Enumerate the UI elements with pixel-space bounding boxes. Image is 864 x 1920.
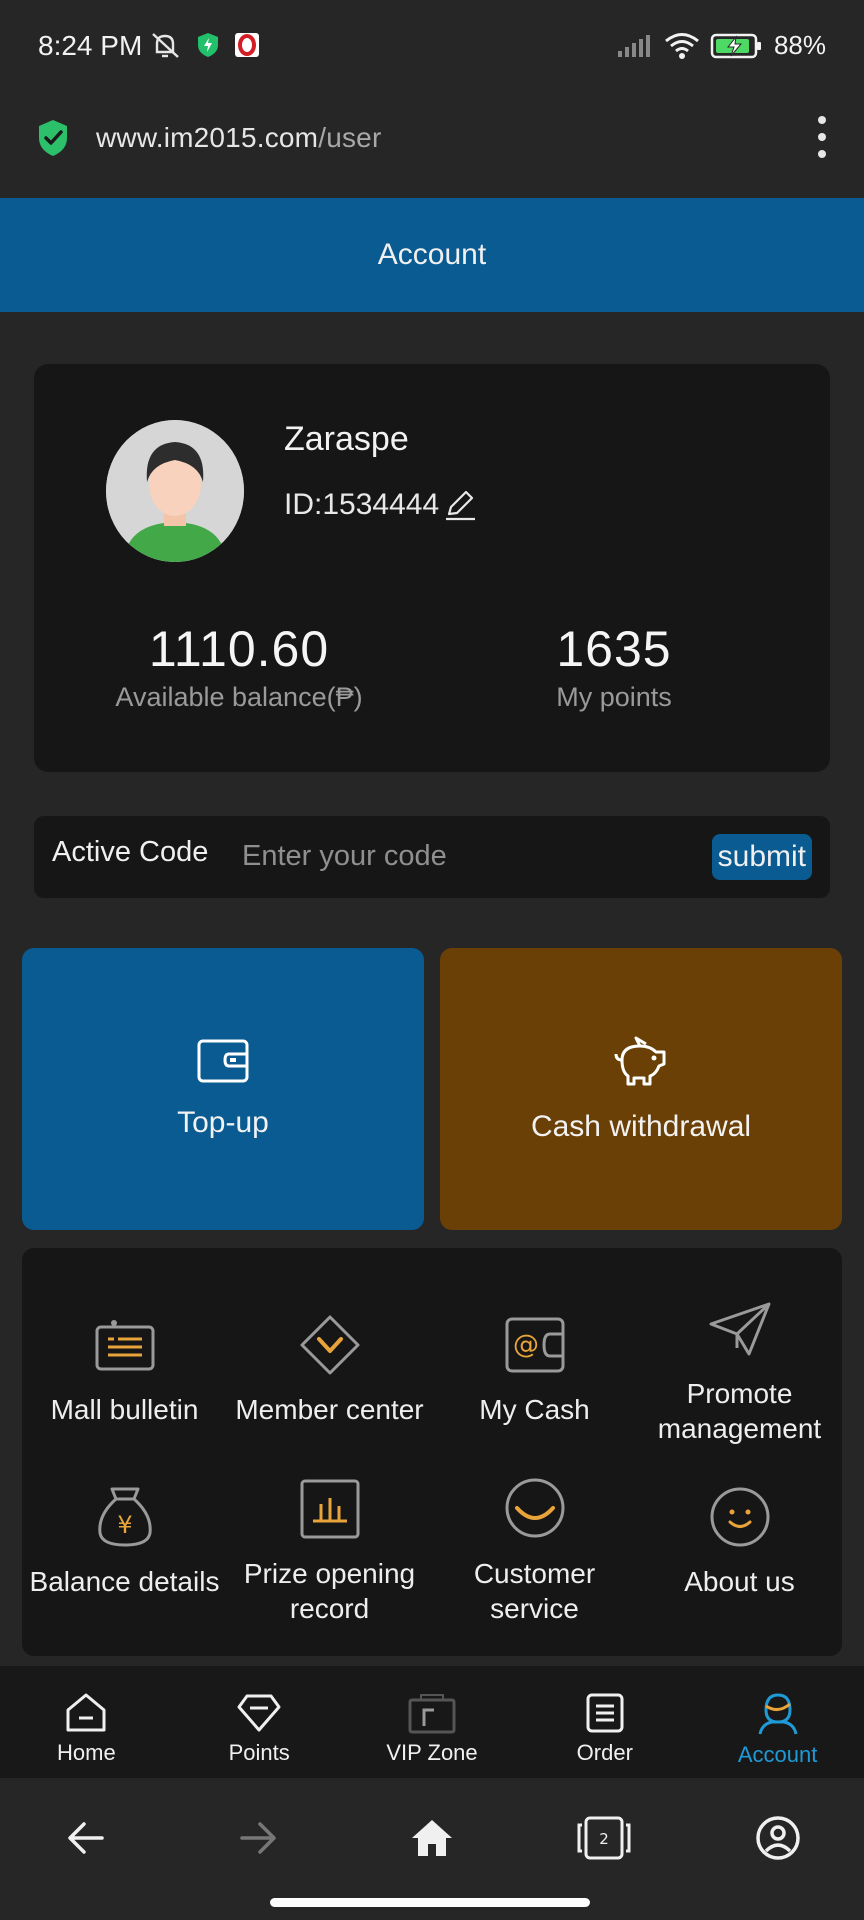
active-code-label: Active Code (52, 836, 209, 868)
bar-chart-icon (300, 1479, 359, 1539)
avatar[interactable] (106, 420, 244, 562)
edit-pencil-icon[interactable] (443, 488, 477, 522)
url-path: /user (318, 122, 382, 153)
wifi-icon (665, 32, 699, 59)
tab-account[interactable]: Account (691, 1666, 864, 1778)
menu-label: Promote management (657, 1378, 822, 1444)
balance-value: 1110.60 (148, 621, 330, 677)
status-system-icons: 88% (616, 30, 826, 61)
page-title: Account (0, 198, 864, 312)
points-stat[interactable]: 1635 My points (464, 620, 764, 713)
smiley-icon (710, 1487, 769, 1547)
tab-points[interactable]: Points (173, 1666, 346, 1778)
menu-balance-details[interactable]: ¥ Balance details (22, 1480, 227, 1599)
battery-charging-icon (710, 33, 761, 58)
member-center-icon (300, 1315, 359, 1375)
menu-label: Mall bulletin (50, 1394, 199, 1425)
secure-shield-icon (39, 120, 67, 156)
tab-label: Account (737, 1742, 818, 1767)
username: Zaraspe (284, 420, 409, 458)
active-code-row: Active Code submit (34, 816, 830, 898)
submit-button[interactable]: submit (711, 834, 812, 880)
svg-text:@: @ (513, 1330, 539, 1360)
signal-icon (617, 34, 650, 57)
bulletin-icon (95, 1320, 154, 1371)
tabs-icon: 2 (577, 1816, 631, 1860)
menu-promote-management[interactable]: Promote management (637, 1292, 842, 1446)
home-icon (66, 1693, 106, 1732)
tab-vip-zone[interactable]: VIP Zone (346, 1666, 519, 1778)
diamond-icon (237, 1694, 281, 1732)
forward-button[interactable] (228, 1808, 288, 1868)
opera-icon (235, 33, 259, 57)
balance-stat[interactable]: 1110.60 Available balance(₱) (94, 620, 384, 713)
menu-label: Prize opening record (243, 1558, 416, 1624)
menu-label: Member center (235, 1394, 424, 1425)
gesture-bar[interactable] (270, 1898, 590, 1907)
menu-prize-opening-record[interactable]: Prize opening record (227, 1472, 432, 1626)
browser-url-bar[interactable]: www.im2015.com/user (0, 92, 864, 198)
points-value: 1635 (556, 621, 672, 677)
topup-label: Top-up (177, 1106, 269, 1139)
menu-label: My Cash (479, 1394, 590, 1425)
tab-label: VIP Zone (386, 1740, 478, 1765)
tabs-button[interactable]: 2 (574, 1808, 634, 1868)
arrow-right-icon (240, 1822, 276, 1854)
shield-bolt-icon (198, 33, 218, 57)
user-id: ID:1534444 (284, 488, 477, 522)
smile-bubble-icon (505, 1478, 564, 1538)
svg-text:¥: ¥ (117, 1511, 132, 1539)
money-bag-icon: ¥ (97, 1487, 152, 1547)
status-bar: 8:24 PM 88% (0, 0, 864, 92)
menu-customer-service[interactable]: Customer service (432, 1472, 637, 1626)
url-domain: www.im2015.com (96, 122, 319, 153)
cash-withdrawal-label: Cash withdrawal (530, 1110, 752, 1143)
user-id-text: ID:1534444 (284, 488, 440, 521)
active-code-input[interactable] (242, 830, 722, 882)
menu-mall-bulletin[interactable]: Mall bulletin (22, 1308, 227, 1427)
menu-label: About us (684, 1566, 795, 1597)
menu-member-center[interactable]: Member center (227, 1308, 432, 1427)
cash-withdrawal-button[interactable]: Cash withdrawal (440, 948, 842, 1230)
menu-label: Balance details (29, 1566, 220, 1597)
user-icon (758, 1693, 798, 1735)
wallet-icon: @ (505, 1317, 564, 1373)
status-notification-icons (148, 30, 260, 60)
avatar-person-icon (106, 420, 244, 562)
order-icon (586, 1693, 624, 1733)
menu-my-cash[interactable]: @ My Cash (432, 1308, 637, 1427)
tab-home[interactable]: Home (0, 1666, 173, 1778)
balance-label: Available balance(₱) (115, 682, 363, 712)
points-label: My points (556, 682, 672, 712)
url-text[interactable]: www.im2015.com/user (96, 122, 381, 154)
topup-button[interactable]: Top-up (22, 948, 424, 1230)
home-filled-icon (412, 1820, 452, 1856)
account-circle-icon (756, 1816, 800, 1860)
arrow-left-icon (68, 1822, 104, 1854)
muted-bell-icon (152, 33, 179, 58)
piggy-bank-icon (614, 1036, 666, 1086)
battery-percent: 88% (773, 30, 826, 60)
menu-label: Customer service (473, 1558, 596, 1624)
back-button[interactable] (56, 1808, 116, 1868)
paper-plane-icon (709, 1302, 770, 1356)
tab-count: 2 (599, 1830, 609, 1848)
profile-button[interactable] (748, 1808, 808, 1868)
wallet-card-icon (197, 1039, 249, 1083)
tab-label: Home (57, 1740, 116, 1765)
status-time: 8:24 PM (38, 30, 143, 61)
vip-icon (408, 1694, 456, 1734)
tab-order[interactable]: Order (518, 1666, 691, 1778)
home-nav-button[interactable] (402, 1808, 462, 1868)
tab-label: Points (228, 1740, 290, 1765)
bottom-tab-bar: Home Points VIP Zone Order Account (0, 1666, 864, 1778)
menu-grid: Mall bulletin Member center @ My Cash Pr… (22, 1248, 842, 1656)
menu-about-us[interactable]: About us (637, 1480, 842, 1599)
profile-card: Zaraspe ID:1534444 1110.60 Available bal… (34, 364, 830, 772)
tab-label: Order (576, 1740, 633, 1765)
browser-menu-button[interactable] (816, 116, 828, 158)
